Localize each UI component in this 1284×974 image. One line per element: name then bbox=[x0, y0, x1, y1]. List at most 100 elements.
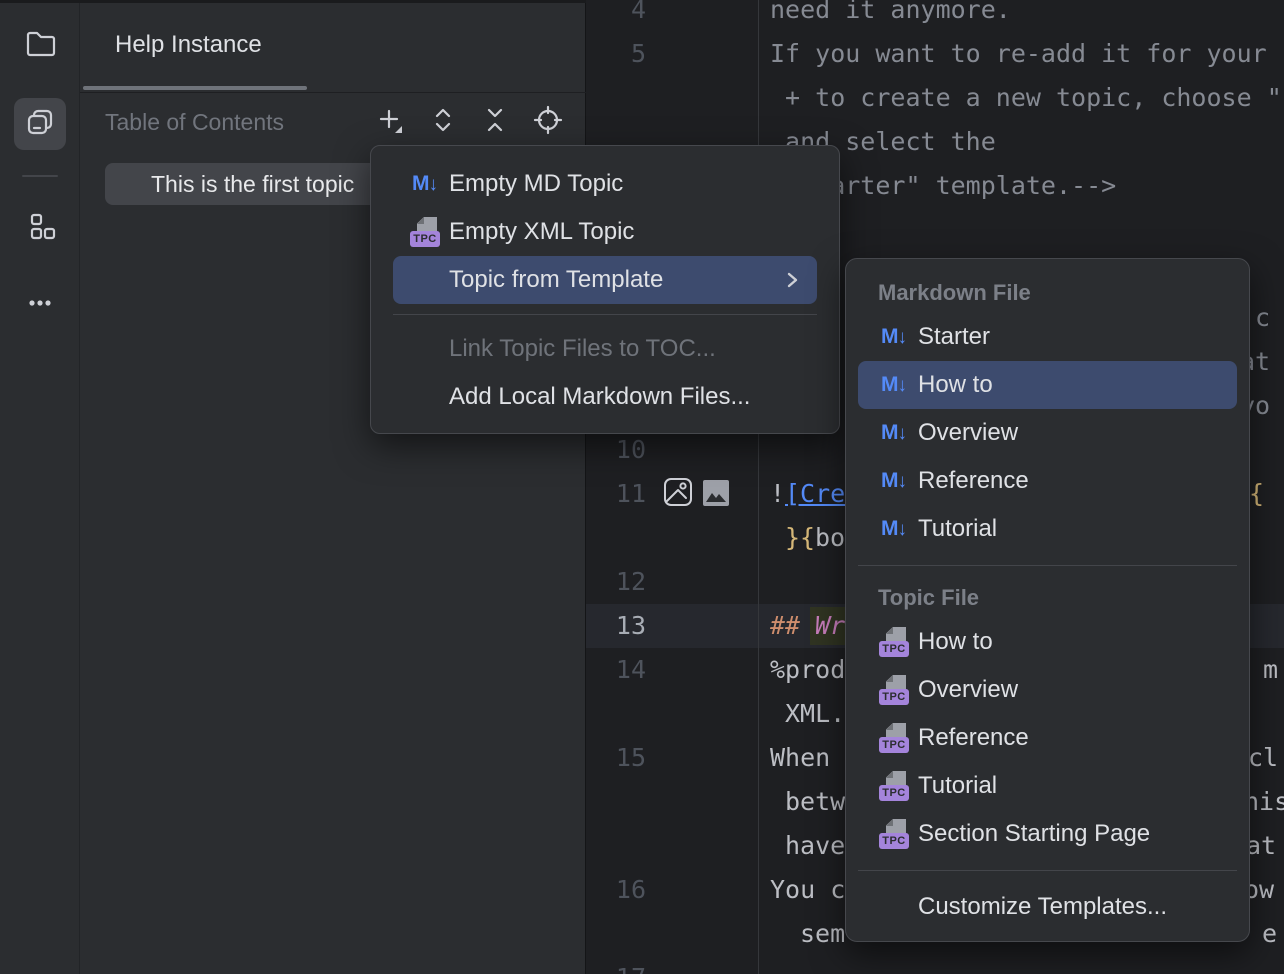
menu-item-customize-templates[interactable]: Customize Templates... bbox=[858, 883, 1237, 931]
locate-button[interactable] bbox=[529, 103, 567, 141]
markdown-file-icon: M↓ bbox=[878, 325, 910, 349]
menu-item-how-to[interactable]: TPCHow to bbox=[858, 618, 1237, 666]
menu-item-link-topic-files-to-toc: Link Topic Files to TOC... bbox=[393, 325, 817, 373]
menu-item-starter[interactable]: M↓ Starter bbox=[858, 313, 1237, 361]
menu-item-overview[interactable]: M↓ Overview bbox=[858, 409, 1237, 457]
menu-item-label: Topic from Template bbox=[449, 266, 663, 294]
menu-item-label: Section Starting Page bbox=[918, 820, 1150, 848]
markdown-file-icon: M↓ bbox=[878, 517, 910, 541]
code-segment: If you want to re-add it for your bbox=[770, 32, 1267, 76]
expand-all-button[interactable] bbox=[424, 103, 462, 141]
code-segment: need it anymore. bbox=[770, 0, 1011, 32]
expand-all-icon bbox=[428, 105, 458, 140]
tab-divider bbox=[80, 92, 586, 93]
writerside-tool-button[interactable] bbox=[14, 98, 66, 150]
structure-icon bbox=[22, 208, 58, 249]
activity-bar bbox=[0, 0, 80, 974]
menu-item-how-to[interactable]: M↓ How to bbox=[858, 361, 1237, 409]
line-number: 17 bbox=[586, 956, 646, 974]
window-top-edge bbox=[0, 0, 586, 3]
code-segment: e bbox=[1262, 912, 1277, 956]
menu-item-label: Tutorial bbox=[918, 772, 997, 800]
menu-item-label: Reference bbox=[918, 724, 1029, 752]
add-topic-button[interactable] bbox=[371, 103, 409, 141]
menu-item-overview[interactable]: TPCOverview bbox=[858, 666, 1237, 714]
code-segment: You c bbox=[770, 868, 845, 912]
active-tab-underline bbox=[83, 86, 307, 90]
code-segment: }{ bbox=[785, 516, 815, 560]
code-segment: sem bbox=[800, 912, 845, 956]
code-segment: have bbox=[785, 824, 845, 868]
topic-file-icon: TPC bbox=[878, 819, 910, 849]
menu-item-label: Empty XML Topic bbox=[449, 218, 634, 246]
code-segment: XML. bbox=[785, 692, 845, 736]
menu-item-tutorial[interactable]: M↓ Tutorial bbox=[858, 505, 1237, 553]
menu-item-label: Add Local Markdown Files... bbox=[449, 383, 750, 411]
line-number: 10 bbox=[586, 428, 646, 472]
menu-item-topic-from-template[interactable]: Topic from Template bbox=[393, 256, 817, 304]
collapse-all-icon bbox=[480, 105, 510, 140]
menu-item-label: Tutorial bbox=[918, 515, 997, 543]
code-segment: { bbox=[1249, 472, 1264, 516]
code-segment: betw bbox=[785, 780, 845, 824]
structure-tool-button[interactable] bbox=[14, 202, 66, 254]
markdown-file-icon: M↓ bbox=[409, 172, 441, 196]
more-icon bbox=[22, 285, 58, 326]
code-segment: m bbox=[1263, 648, 1278, 692]
code-segment: + to create a new topic, choose " bbox=[770, 76, 1282, 120]
template-submenu: Markdown File M↓ Starter M↓ How to M↓ Overview… bbox=[845, 258, 1250, 942]
menu-item-label: How to bbox=[918, 371, 993, 399]
code-segment: %prod bbox=[770, 648, 845, 692]
code-segment: [Cre bbox=[785, 472, 845, 516]
topic-file-icon: TPC bbox=[878, 723, 910, 753]
folder-tool-button[interactable] bbox=[14, 19, 66, 71]
menu-section-header: Markdown File bbox=[846, 273, 1249, 313]
menu-item-label: Overview bbox=[918, 419, 1018, 447]
folder-icon bbox=[22, 25, 58, 66]
menu-item-label: Starter bbox=[918, 323, 990, 351]
menu-item-label: Reference bbox=[918, 467, 1029, 495]
menu-item-label: Customize Templates... bbox=[918, 893, 1167, 921]
editor-row: If you want to re-add it for your bbox=[586, 32, 1284, 76]
code-segment: at bbox=[1246, 824, 1276, 868]
writerside-window: 451011121314151617 need it anymore.If yo… bbox=[0, 0, 1284, 974]
menu-separator bbox=[858, 870, 1237, 871]
code-segment: bo bbox=[815, 516, 845, 560]
menu-section-header: Topic File bbox=[846, 578, 1249, 618]
editor-row: + to create a new topic, choose " bbox=[586, 76, 1284, 120]
markdown-file-icon: M↓ bbox=[878, 373, 910, 397]
menu-item-label: Overview bbox=[918, 676, 1018, 704]
menu-item-section-starting-page[interactable]: TPC Section Starting Page bbox=[858, 810, 1237, 858]
more-tool-windows-button[interactable] bbox=[14, 279, 66, 331]
topic-file-icon: TPC bbox=[878, 627, 910, 657]
code-segment: When bbox=[770, 736, 845, 780]
plus-icon bbox=[375, 105, 405, 140]
menu-item-empty-xml-topic[interactable]: TPC Empty XML Topic bbox=[393, 208, 817, 256]
topic-file-icon: TPC bbox=[409, 217, 441, 247]
menu-item-add-local-markdown-files[interactable]: Add Local Markdown Files... bbox=[393, 373, 817, 421]
toc-toolbar bbox=[80, 103, 586, 141]
code-segment: ## bbox=[770, 604, 800, 648]
code-segment: ! bbox=[770, 472, 785, 516]
writerside-pages-icon bbox=[22, 104, 58, 145]
markdown-file-icon: M↓ bbox=[878, 469, 910, 493]
menu-item-reference[interactable]: M↓ Reference bbox=[858, 457, 1237, 505]
menu-separator bbox=[393, 314, 817, 315]
menu-separator bbox=[858, 565, 1237, 566]
locate-icon bbox=[533, 105, 563, 140]
menu-item-tutorial[interactable]: TPC Tutorial bbox=[858, 762, 1237, 810]
editor-row: need it anymore. bbox=[586, 0, 1284, 32]
menu-item-reference[interactable]: TPC Reference bbox=[858, 714, 1237, 762]
code-segment: Wr bbox=[815, 604, 845, 648]
submenu-arrow-icon bbox=[783, 271, 801, 289]
markdown-file-icon: M↓ bbox=[878, 421, 910, 445]
topic-file-icon: TPC bbox=[878, 771, 910, 801]
rail-divider bbox=[22, 175, 58, 177]
line-number: 12 bbox=[586, 560, 646, 604]
menu-item-empty-md-topic[interactable]: M↓Empty MD Topic bbox=[393, 160, 817, 208]
collapse-all-button[interactable] bbox=[476, 103, 514, 141]
tool-window-tab[interactable]: Help Instance bbox=[115, 26, 262, 64]
code-segment: cl bbox=[1248, 736, 1278, 780]
new-topic-menu: M↓Empty MD Topic TPC Empty XML Topic Topic … bbox=[370, 145, 840, 434]
menu-item-label: Link Topic Files to TOC... bbox=[449, 335, 716, 363]
